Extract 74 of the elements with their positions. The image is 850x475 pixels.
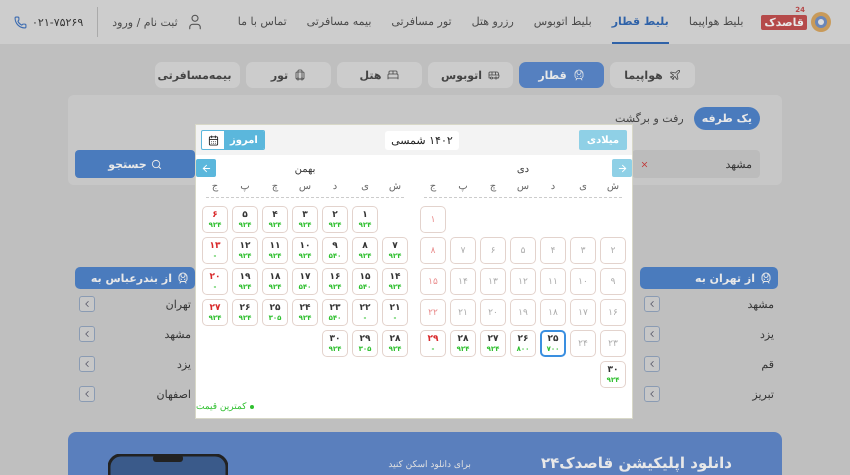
prev-month-button[interactable] xyxy=(196,159,216,177)
hotel-icon xyxy=(387,69,400,81)
weekday-label: د xyxy=(550,181,556,192)
arrow-left-icon xyxy=(200,162,212,174)
route-destination[interactable]: تبریز xyxy=(752,388,774,400)
weekday-label: س xyxy=(516,181,530,192)
route-destination[interactable]: یزد xyxy=(176,358,191,370)
legend-dot xyxy=(250,405,254,409)
month-name: بهمن xyxy=(294,164,316,174)
chevron-button[interactable] xyxy=(79,326,95,342)
logo-icon xyxy=(810,11,832,33)
scan-hint: برای دانلود اسکن کنید xyxy=(388,460,471,470)
service-tab[interactable]: هواپیما xyxy=(610,62,695,88)
login-link[interactable]: ثبت نام / ورود xyxy=(112,13,204,31)
weekday-label: ج xyxy=(428,181,438,192)
train-icon xyxy=(572,69,585,81)
route-title: از بندرعباس به xyxy=(90,272,172,284)
route-destination[interactable]: قم xyxy=(761,358,774,370)
nav-link[interactable]: بلیط هواپیما xyxy=(688,0,744,44)
phone-icon xyxy=(14,16,27,28)
weekday-label: ش xyxy=(388,181,402,192)
year-label: ۱۴۰۲ شمسی xyxy=(385,130,459,150)
weekday-label: پ xyxy=(239,181,251,192)
chevron-button[interactable] xyxy=(79,296,95,312)
chevron-button[interactable] xyxy=(644,296,660,312)
origin-field[interactable]: مشهد xyxy=(632,150,760,178)
phone-link[interactable]: ۰۲۱-۷۵۲۶۹ xyxy=(14,16,84,28)
clear-icon[interactable] xyxy=(640,160,649,168)
route-destination[interactable]: اصفهان xyxy=(156,388,191,400)
weekday-label: ی xyxy=(360,181,370,192)
service-tab[interactable]: بیمه‌مسافرتی xyxy=(155,62,240,88)
service-tab[interactable]: تور xyxy=(246,62,331,88)
weekday-label: پ xyxy=(457,181,469,192)
nav-link[interactable]: رزرو هتل xyxy=(472,0,514,44)
service-tab[interactable]: اتوبوس xyxy=(428,62,513,88)
search-button[interactable]: جستجو xyxy=(75,150,195,178)
weekday-label: چ xyxy=(270,181,280,192)
weekday-label: ی xyxy=(578,181,588,192)
arrow-right-icon xyxy=(616,162,628,174)
month-name: دی xyxy=(516,164,530,174)
calendar-icon xyxy=(208,134,219,146)
bus-icon xyxy=(488,69,500,81)
route-destination[interactable]: یزد xyxy=(760,328,774,340)
chevron-button[interactable] xyxy=(79,386,95,402)
route-destination[interactable]: تهران xyxy=(166,298,191,310)
plane-icon xyxy=(668,69,681,81)
weekday-label: ج xyxy=(210,181,220,192)
banner-title: دانلود اپلیکیشن قاصدک۲۴ xyxy=(540,454,732,472)
chevron-button[interactable] xyxy=(644,386,660,402)
train-icon xyxy=(177,272,189,284)
nav-link[interactable]: تماس با ما xyxy=(238,0,287,44)
trip-type-option[interactable]: یک طرفه xyxy=(694,107,760,130)
weekday-label: س xyxy=(298,181,312,192)
next-month-button[interactable] xyxy=(612,159,632,177)
legend-label: کمترین قیمت xyxy=(196,402,246,412)
weekday-label: د xyxy=(332,181,338,192)
service-tab[interactable]: هتل xyxy=(337,62,422,88)
weekday-label: ش xyxy=(606,181,620,192)
route-destination[interactable]: مشهد xyxy=(747,298,774,310)
trip-type-option[interactable]: رفت و برگشت xyxy=(607,107,692,130)
service-tab[interactable]: قطار xyxy=(519,62,604,88)
nav-link[interactable]: تور مسافرتی xyxy=(391,0,452,44)
search-icon xyxy=(150,158,162,170)
chevron-button[interactable] xyxy=(644,356,660,372)
nav-link[interactable]: بلیط اتوبوس xyxy=(534,0,592,44)
chevron-button[interactable] xyxy=(644,326,660,342)
nav-link[interactable]: بلیط قطار xyxy=(612,0,669,44)
route-title: از تهران به xyxy=(695,272,755,284)
chevron-button[interactable] xyxy=(79,356,95,372)
tour-icon xyxy=(294,69,306,81)
nav-link[interactable]: بیمه مسافرتی xyxy=(306,0,372,44)
weekday-label: چ xyxy=(488,181,498,192)
train-icon xyxy=(760,272,772,284)
route-destination[interactable]: مشهد xyxy=(164,328,191,340)
